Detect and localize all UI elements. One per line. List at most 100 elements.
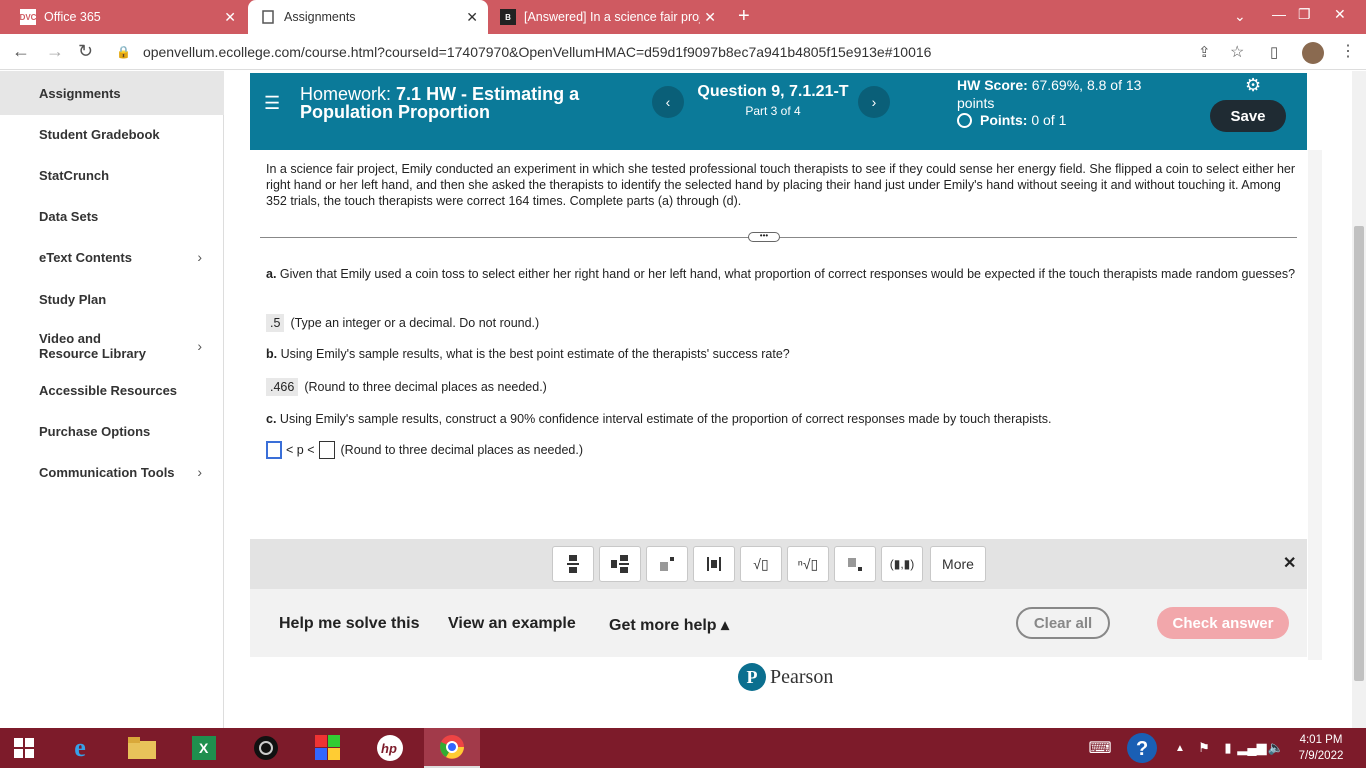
sidebar-item-etext[interactable]: eText Contents › xyxy=(0,238,224,276)
browser-tab-strip: DVC Office 365 ✕ Assignments ✕ B [Answer… xyxy=(0,0,1366,34)
sidebar-item-label: Assignments xyxy=(39,85,121,101)
clear-all-button[interactable]: Clear all xyxy=(1016,607,1110,639)
menu-icon[interactable]: ⋮ xyxy=(1340,41,1356,61)
close-palette-icon[interactable]: ✕ xyxy=(1283,553,1296,573)
score-unit: points xyxy=(957,95,995,111)
share-icon[interactable]: ⇪ xyxy=(1198,43,1211,61)
windows-taskbar: e X hp ⌨ ? ▲ ⚑ ▮ ▂▄▆ 🔈 4:01 PM 7/9/2022 xyxy=(0,728,1366,768)
keyboard-icon[interactable]: ⌨ xyxy=(1082,732,1118,764)
check-answer-button[interactable]: Check answer xyxy=(1157,607,1289,639)
save-button[interactable]: Save xyxy=(1210,100,1286,132)
window-close-icon[interactable]: ✕ xyxy=(1334,6,1346,23)
hp-icon[interactable]: hp xyxy=(372,732,408,764)
nth-root-icon[interactable]: ⁿ√▯ xyxy=(787,546,829,582)
address-bar[interactable]: 🔒 openvellum.ecollege.com/course.html?co… xyxy=(108,38,1258,66)
part-a-answer-row: .5 (Type an integer or a decimal. Do not … xyxy=(266,314,539,332)
lower-bound-input[interactable] xyxy=(266,441,282,459)
bartleby-favicon: B xyxy=(500,9,516,25)
forward-icon[interactable]: → xyxy=(46,41,64,62)
tab-office365[interactable]: DVC Office 365 ✕ xyxy=(0,0,246,34)
homework-title-line2: Population Proportion xyxy=(300,102,490,122)
reload-icon[interactable]: ↻ xyxy=(78,41,93,62)
subscript-icon[interactable] xyxy=(834,546,876,582)
sidebar-item-purchase[interactable]: Purchase Options xyxy=(0,412,224,450)
sidebar-item-accessible[interactable]: Accessible Resources xyxy=(0,371,224,409)
view-example-link[interactable]: View an example xyxy=(448,615,576,633)
scrollbar-thumb[interactable] xyxy=(1354,226,1364,681)
gear-icon[interactable]: ⚙ xyxy=(1245,75,1261,96)
close-icon[interactable]: ✕ xyxy=(704,9,716,26)
more-button[interactable]: More xyxy=(930,546,986,582)
sqrt-icon[interactable]: √▯ xyxy=(740,546,782,582)
exponent-icon[interactable] xyxy=(646,546,688,582)
ordered-pair-icon[interactable]: (▮,▮) xyxy=(881,546,923,582)
file-explorer-icon[interactable] xyxy=(124,732,160,764)
excel-icon[interactable]: X xyxy=(186,732,222,764)
paint-app-icon[interactable] xyxy=(310,732,346,764)
avatar[interactable] xyxy=(1302,42,1324,64)
page-scrollbar[interactable] xyxy=(1352,71,1366,728)
pearson-wordmark: Pearson xyxy=(770,665,834,688)
points-value: 0 of 1 xyxy=(1031,112,1067,128)
bookmark-star-icon[interactable]: ☆ xyxy=(1230,42,1244,62)
points-label: Points: xyxy=(980,112,1028,128)
question-number: Question 9, 7.1.21-T xyxy=(697,83,849,100)
hw-score: HW Score: 67.69%, 8.8 of 13 points xyxy=(957,76,1157,112)
absolute-value-icon[interactable] xyxy=(693,546,735,582)
resize-handle-icon[interactable]: ••• xyxy=(748,232,780,242)
sidebar-item-studyplan[interactable]: Study Plan xyxy=(0,280,224,318)
tab-assignments[interactable]: Assignments ✕ xyxy=(248,0,488,34)
sidebar-item-assignments[interactable]: Assignments xyxy=(0,71,224,115)
content-scrollbar[interactable] xyxy=(1308,150,1322,660)
score-label: HW Score: xyxy=(957,77,1028,93)
chevron-right-icon: › xyxy=(197,464,202,480)
part-a-answer[interactable]: .5 xyxy=(266,314,285,332)
math-palette: √▯ ⁿ√▯ (▮,▮) More ✕ xyxy=(250,539,1307,589)
sidebar-item-datasets[interactable]: Data Sets xyxy=(0,197,224,235)
part-c-question: c. Using Emily's sample results, constru… xyxy=(266,411,1296,427)
course-sidebar: Assignments Student Gradebook StatCrunch… xyxy=(0,71,224,728)
tab-label: [Answered] In a science fair proje xyxy=(524,10,700,24)
upper-bound-input[interactable] xyxy=(318,441,335,459)
sidebar-item-video[interactable]: Video and Resource Library › xyxy=(0,324,202,368)
sidebar-item-statcrunch[interactable]: StatCrunch xyxy=(0,156,224,194)
url-text: openvellum.ecollege.com/course.html?cour… xyxy=(142,44,932,60)
chrome-icon[interactable] xyxy=(424,728,480,768)
internet-explorer-icon[interactable]: e xyxy=(62,732,98,764)
media-player-icon[interactable] xyxy=(248,732,284,764)
help-me-solve-link[interactable]: Help me solve this xyxy=(279,615,420,633)
part-c-hint: (Round to three decimal places as needed… xyxy=(340,443,584,457)
tab-answered[interactable]: B [Answered] In a science fair proje ✕ xyxy=(490,0,726,34)
sidebar-item-gradebook[interactable]: Student Gradebook xyxy=(0,115,224,153)
help-bar: Help me solve this View an example Get m… xyxy=(250,589,1307,657)
tab-search-icon[interactable]: ⌄ xyxy=(1234,8,1246,25)
next-question-button[interactable]: › xyxy=(858,86,890,118)
chevron-right-icon: › xyxy=(197,249,202,265)
help-icon[interactable]: ? xyxy=(1124,732,1160,764)
part-b-answer[interactable]: .466 xyxy=(266,378,299,396)
side-panel-icon[interactable]: ▯ xyxy=(1270,43,1278,61)
fraction-icon[interactable] xyxy=(552,546,594,582)
windows-start-icon[interactable] xyxy=(6,732,42,764)
tab-label: Office 365 xyxy=(44,10,101,24)
close-icon[interactable]: ✕ xyxy=(466,9,478,26)
hamburger-menu-icon[interactable]: ☰ xyxy=(264,93,280,114)
new-tab-icon[interactable]: + xyxy=(738,5,750,28)
get-more-help-link[interactable]: Get more help ▴ xyxy=(609,615,729,635)
homework-title: Homework: 7.1 HW - Estimating a Populati… xyxy=(300,85,579,121)
prev-question-button[interactable]: ‹ xyxy=(652,86,684,118)
minimize-icon[interactable]: — xyxy=(1272,6,1286,22)
close-icon[interactable]: ✕ xyxy=(224,9,236,26)
score-value: 67.69%, 8.8 of 13 xyxy=(1031,77,1142,93)
sidebar-item-label: Data Sets xyxy=(39,208,99,224)
sidebar-item-communication[interactable]: Communication Tools › xyxy=(0,453,224,491)
back-icon[interactable]: ← xyxy=(12,41,30,62)
clock-time: 4:01 PM xyxy=(1299,734,1343,746)
part-a-hint: (Type an integer or a decimal. Do not ro… xyxy=(290,316,540,330)
sidebar-item-label: Accessible Resources xyxy=(39,382,178,398)
part-a-question: a. Given that Emily used a coin toss to … xyxy=(266,266,1296,282)
taskbar-clock[interactable]: 4:01 PM 7/9/2022 xyxy=(1286,732,1356,764)
question-info: Question 9, 7.1.21-T Part 3 of 4 xyxy=(690,83,856,118)
maximize-icon[interactable]: ❐ xyxy=(1298,6,1311,23)
mixed-number-icon[interactable] xyxy=(599,546,641,582)
